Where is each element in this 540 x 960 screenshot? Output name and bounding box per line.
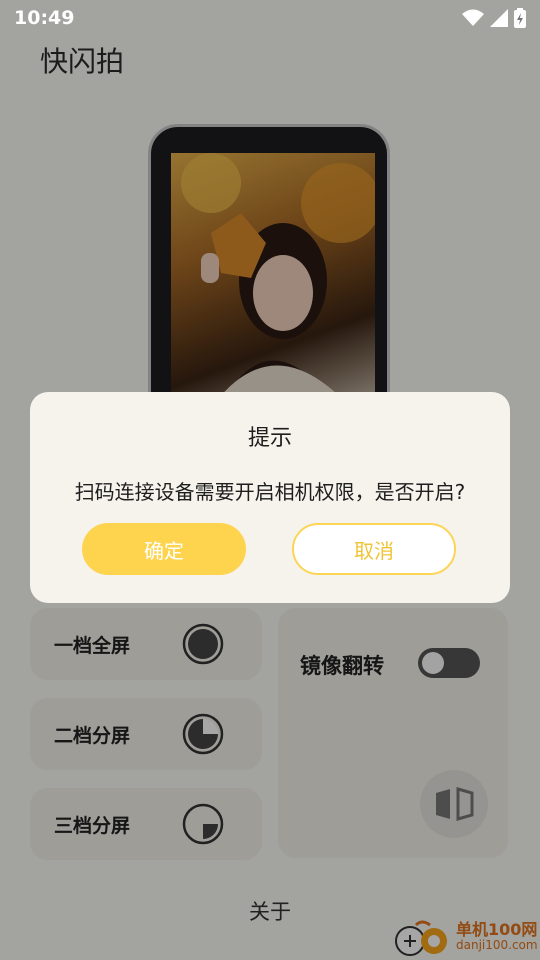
- status-icons: [462, 8, 526, 28]
- battery-icon: [514, 8, 526, 28]
- permission-dialog: 提示 扫码连接设备需要开启相机权限，是否开启? 确定 取消: [30, 392, 510, 603]
- wifi-icon: [462, 9, 484, 26]
- dialog-title: 提示: [247, 426, 292, 451]
- dialog-message: 扫码连接设备需要开启相机权限，是否开启?: [74, 480, 466, 504]
- status-time: 10:49: [14, 7, 75, 29]
- confirm-button[interactable]: 确定: [82, 523, 246, 575]
- cancel-button[interactable]: 取消: [292, 523, 456, 575]
- signal-icon: [490, 9, 508, 27]
- status-bar: 10:49: [0, 0, 540, 36]
